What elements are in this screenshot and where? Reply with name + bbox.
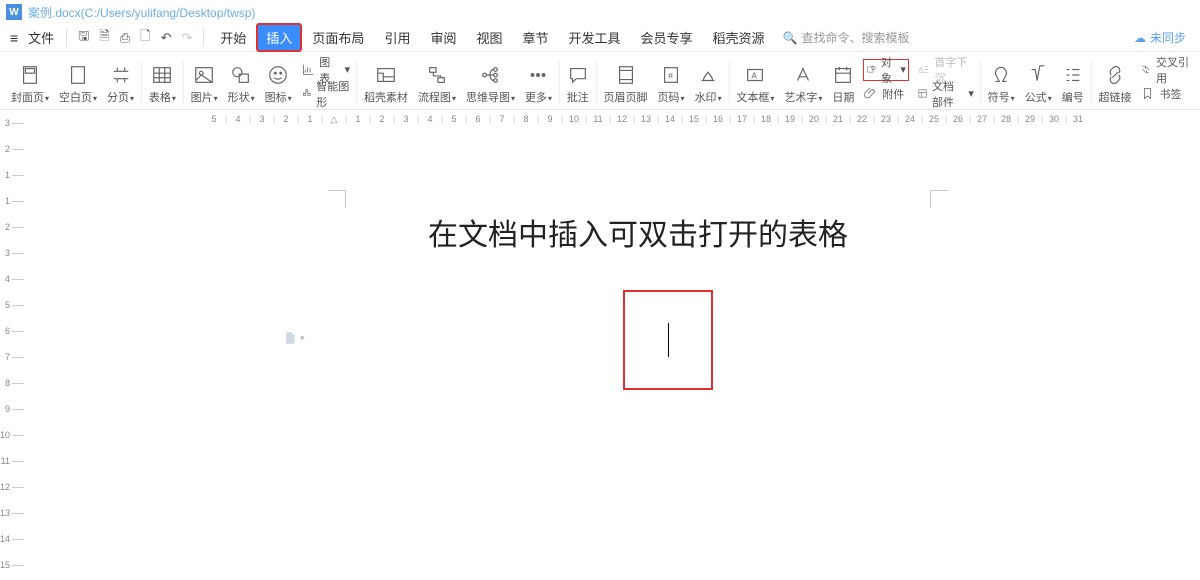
btn-attachment[interactable]: 附件 xyxy=(863,83,909,105)
separator xyxy=(203,29,204,47)
btn-smartart[interactable]: 智能图形 xyxy=(301,83,350,105)
btn-crossref[interactable]: 交叉引用 xyxy=(1140,59,1189,81)
tab-start[interactable]: 开始 xyxy=(210,23,256,52)
chevron-down-icon: ▾ xyxy=(300,333,305,344)
btn-table[interactable]: 表格▾ xyxy=(144,55,181,109)
tab-references[interactable]: 引用 xyxy=(374,23,420,52)
titlebar: W 案例.docx(C:/Users/yulifang/Desktop/twsp… xyxy=(0,0,1200,24)
horizontal-ruler: 5|4|3|2|1|△|1|2|3|4|5|6|7|8|9|10|11|12|1… xyxy=(28,110,1200,128)
margin-corner-tr xyxy=(930,190,948,208)
btn-pagenumber[interactable]: #页码▾ xyxy=(653,55,690,109)
tab-insert[interactable]: 插入 xyxy=(256,23,302,52)
btn-bookmark[interactable]: 书签 xyxy=(1140,83,1189,105)
workspace: 321123456789101112131415 5|4|3|2|1|△|1|2… xyxy=(0,110,1200,580)
file-menu[interactable]: 文件 xyxy=(22,24,60,51)
vertical-ruler: 321123456789101112131415 xyxy=(0,110,28,580)
svg-text:A: A xyxy=(752,71,758,80)
btn-textbox[interactable]: A文本框▾ xyxy=(731,55,779,109)
app-logo: W xyxy=(6,4,22,20)
tab-pagelayout[interactable]: 页面布局 xyxy=(302,23,374,52)
ribbon-insert: 封面页▾ 空白页▾ 分页▾ 表格▾ 图片▾ 形状▾ 图标▾ 图表▾ 智能图形 稻… xyxy=(0,52,1200,110)
qa-preview-icon[interactable]: 🗋 xyxy=(135,23,155,53)
btn-symbol[interactable]: 符号▾ xyxy=(983,55,1020,109)
filename-label: 案例.docx(C:/Users/yulifang/Desktop/twsp) xyxy=(28,4,255,21)
qa-undo-icon[interactable]: ↶ xyxy=(156,26,177,50)
btn-hyperlink[interactable]: 超链接 xyxy=(1093,55,1136,109)
btn-icons[interactable]: 图标▾ xyxy=(260,55,297,109)
ribbon-tabs: 开始 插入 页面布局 引用 审阅 视图 章节 开发工具 会员专享 稻壳资源 xyxy=(210,23,774,52)
qa-saveas-icon[interactable]: 🗎 xyxy=(94,23,114,53)
btn-date[interactable]: 日期 xyxy=(827,55,859,109)
svg-text:A: A xyxy=(919,67,924,74)
tab-vip[interactable]: 会员专享 xyxy=(631,23,703,52)
text-caret xyxy=(668,323,669,357)
tab-review[interactable]: 审阅 xyxy=(420,23,466,52)
qa-save-icon[interactable]: 🖫 xyxy=(73,23,94,53)
btn-pagebreak[interactable]: 分页▾ xyxy=(102,55,139,109)
sync-label: 未同步 xyxy=(1150,29,1186,46)
separator xyxy=(66,29,67,47)
btn-coverpage[interactable]: 封面页▾ xyxy=(6,55,54,109)
hamburger-icon[interactable]: ≡ xyxy=(6,26,22,50)
btn-mindmap[interactable]: 思维导图▾ xyxy=(461,55,520,109)
btn-object[interactable]: 对象▾ xyxy=(863,59,909,81)
sync-status[interactable]: ☁ 未同步 xyxy=(1134,29,1194,46)
tab-view[interactable]: 视图 xyxy=(466,23,512,52)
cloud-icon: ☁ xyxy=(1134,31,1146,45)
qa-redo-icon[interactable]: ↷ xyxy=(176,26,197,50)
btn-equation[interactable]: 公式▾ xyxy=(1020,55,1057,109)
svg-text:#: # xyxy=(668,71,673,80)
btn-wordart[interactable]: 艺术字▾ xyxy=(779,55,827,109)
btn-picture[interactable]: 图片▾ xyxy=(186,55,223,109)
btn-blankpage[interactable]: 空白页▾ xyxy=(54,55,102,109)
search-icon: 🔍 xyxy=(783,31,798,45)
highlight-cursor-box xyxy=(623,290,713,390)
btn-numbering[interactable]: 编号 xyxy=(1057,55,1089,109)
tab-docer[interactable]: 稻壳资源 xyxy=(703,23,775,52)
btn-comment[interactable]: 批注 xyxy=(562,55,594,109)
paragraph-side-icon[interactable]: ▾ xyxy=(283,330,305,346)
btn-watermark[interactable]: 水印▾ xyxy=(690,55,727,109)
tab-sections[interactable]: 章节 xyxy=(512,23,558,52)
tab-devtools[interactable]: 开发工具 xyxy=(559,23,631,52)
command-search[interactable]: 🔍 查找命令、搜索模板 xyxy=(783,29,910,46)
document-page[interactable]: 在文档中插入可双击打开的表格 ▾ xyxy=(228,140,1048,570)
btn-docer-material[interactable]: 稻壳素材 xyxy=(359,55,413,109)
document-heading: 在文档中插入可双击打开的表格 xyxy=(228,210,1048,254)
margin-corner-tl xyxy=(328,190,346,208)
menubar: ≡ 文件 🖫 🗎 ⎙ 🗋 ↶ ↷ 开始 插入 页面布局 引用 审阅 视图 章节 … xyxy=(0,24,1200,52)
btn-shapes[interactable]: 形状▾ xyxy=(223,55,260,109)
btn-flowchart[interactable]: 流程图▾ xyxy=(413,55,461,109)
btn-headerfooter[interactable]: 页眉页脚 xyxy=(599,55,653,109)
search-placeholder: 查找命令、搜索模板 xyxy=(802,29,910,46)
qa-print-icon[interactable]: ⎙ xyxy=(115,26,135,50)
btn-docparts[interactable]: 文档部件▾ xyxy=(917,83,974,105)
btn-more[interactable]: 更多▾ xyxy=(520,55,557,109)
